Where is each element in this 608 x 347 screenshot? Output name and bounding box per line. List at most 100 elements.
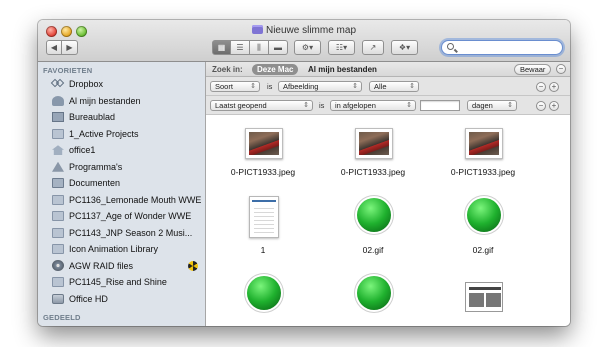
sidebar-item-desktop[interactable]: Bureaublad (38, 109, 205, 126)
file-item[interactable]: 0-PICT1933.jpeg (207, 116, 319, 184)
rule-operator-text: is (319, 101, 325, 110)
folder-icon (52, 194, 64, 205)
hard-disk-icon (52, 293, 64, 304)
folder-icon (52, 227, 64, 238)
list-view-button[interactable]: ☰ (231, 40, 250, 55)
action-menu-button[interactable]: ⚙▾ (294, 40, 321, 55)
scope-this-mac-button[interactable]: Deze Mac (252, 64, 299, 75)
file-name: 1 (260, 245, 266, 255)
documents-icon (52, 178, 64, 189)
all-files-icon (52, 95, 64, 106)
forward-arrow-icon: ▶ (66, 43, 73, 52)
photo-thumbnail (245, 128, 283, 159)
sidebar-item-all-files[interactable]: Al mijn bestanden (38, 93, 205, 110)
file-item[interactable] (317, 272, 429, 326)
search-icon (447, 43, 454, 50)
sidebar-item-pc1136[interactable]: PC1136_Lemonade Mouth WWE (38, 192, 205, 209)
share-icon: ↗ (369, 43, 377, 52)
column-view-button[interactable]: ⫼ (250, 40, 269, 55)
days-number-input[interactable] (420, 100, 460, 111)
file-item[interactable]: 1 (207, 194, 319, 262)
add-rule-button[interactable]: + (549, 101, 559, 111)
add-rule-button[interactable]: + (549, 82, 559, 92)
save-search-button[interactable]: Bewaar (514, 64, 552, 75)
applications-icon (52, 161, 64, 172)
toolbar: Nieuwe slimme map ◀ ▶ ▦ ☰ ⫼ ▬ ⚙▾ ☷▾ ↗ ❖▾ (38, 20, 570, 62)
search-field[interactable] (441, 40, 563, 55)
window-title-container: Nieuwe slimme map (38, 25, 570, 36)
share-button[interactable]: ↗ (362, 40, 384, 55)
rule-unit-popup[interactable]: dagen (467, 100, 517, 111)
remove-rule-button[interactable]: − (536, 82, 546, 92)
file-item[interactable]: 02.gif (317, 194, 429, 262)
rule-operator-text: is (267, 82, 273, 91)
rule-extra-popup[interactable]: Alle (369, 81, 419, 92)
rule-attribute-popup[interactable]: Soort (210, 81, 260, 92)
folder-icon (52, 211, 64, 222)
sidebar-item-label: office1 (69, 145, 96, 156)
disk-icon (52, 260, 64, 272)
sidebar-item-pc1145[interactable]: PC1145_Rise and Shine (38, 274, 205, 291)
sidebar-item-label: PC1137_Age of Wonder WWE (69, 211, 192, 222)
sidebar-item-office-hd[interactable]: Office HD (38, 291, 205, 308)
green-ball-icon (247, 276, 281, 310)
sidebar-item-home[interactable]: office1 (38, 142, 205, 159)
icon-view-icon: ▦ (217, 43, 226, 52)
search-rule-last-opened: Laatst geopend is in afgelopen dagen − + (206, 96, 570, 115)
sidebar-item-documents[interactable]: Documenten (38, 175, 205, 192)
search-rule-kind: Soort is Afbeelding Alle − + (206, 77, 570, 96)
forward-button[interactable]: ▶ (62, 40, 78, 55)
document-thumbnail (249, 196, 279, 238)
sidebar-item-applications[interactable]: Programma's (38, 159, 205, 176)
green-ball-icon (467, 198, 501, 232)
sidebar-item-label: Programma's (69, 161, 123, 172)
file-item[interactable]: 0-PICT1933.jpeg (317, 116, 429, 184)
desktop-icon (52, 112, 64, 123)
icon-view-button[interactable]: ▦ (212, 40, 231, 55)
file-item[interactable] (207, 272, 319, 326)
dropbox-icon: ❖▾ (398, 43, 411, 52)
gear-icon: ⚙▾ (301, 43, 314, 52)
rule-value-popup[interactable]: in afgelopen (330, 100, 416, 111)
file-grid: 0-PICT1933.jpeg 0-PICT1933.jpeg 0-PICT19… (206, 116, 570, 326)
back-button[interactable]: ◀ (46, 40, 62, 55)
sidebar-item-label: Documenten (69, 178, 121, 189)
sidebar-item-dropbox[interactable]: Dropbox (38, 76, 205, 93)
dropbox-menu-button[interactable]: ❖▾ (391, 40, 418, 55)
sidebar-item-label: AGW RAID files (69, 260, 134, 271)
remove-search-button[interactable]: − (556, 64, 566, 74)
sidebar-item-pc1143[interactable]: PC1143_JNP Season 2 Musi... (38, 225, 205, 242)
sidebar-item-label: Al mijn bestanden (69, 95, 141, 106)
rule-value-popup[interactable]: Afbeelding (278, 81, 362, 92)
file-name: 02.gif (472, 245, 494, 255)
arrange-menu-button[interactable]: ☷▾ (328, 40, 355, 55)
sidebar-item-agw-raid-files[interactable]: AGW RAID files (38, 258, 205, 275)
sidebar-item-label: Office HD (69, 293, 108, 304)
green-ball-icon (357, 276, 391, 310)
sidebar-item-label: Bureaublad (69, 112, 116, 123)
coverflow-view-button[interactable]: ▬ (269, 40, 288, 55)
home-icon (52, 145, 64, 156)
dropbox-icon (52, 79, 64, 89)
folder-icon (52, 244, 64, 255)
rule-attribute-popup[interactable]: Laatst geopend (210, 100, 313, 111)
search-scope-bar: Zoek in: Deze Mac Al mijn bestanden Bewa… (206, 62, 570, 77)
remove-rule-button[interactable]: − (536, 101, 546, 111)
file-name: 0-PICT1933.jpeg (230, 167, 296, 177)
sidebar-item-label: Icon Animation Library (69, 244, 159, 255)
sidebar-item-pc1137[interactable]: PC1137_Age of Wonder WWE (38, 208, 205, 225)
scope-all-files-button[interactable]: Al mijn bestanden (308, 65, 377, 74)
sidebar-item-label: 1_Active Projects (69, 128, 139, 139)
arrange-icon: ☷▾ (335, 43, 348, 52)
file-item[interactable] (427, 272, 539, 326)
file-name: 0-PICT1933.jpeg (450, 167, 516, 177)
sidebar-item-label: PC1136_Lemonade Mouth WWE (69, 194, 202, 205)
folder-icon (52, 277, 64, 288)
sidebar-item-active-projects[interactable]: 1_Active Projects (38, 126, 205, 143)
file-item[interactable]: 02.gif (427, 194, 539, 262)
file-name: 02.gif (362, 245, 384, 255)
search-scope-label: Zoek in: (212, 65, 243, 74)
sidebar-item-icon-animation-library[interactable]: Icon Animation Library (38, 241, 205, 258)
back-arrow-icon: ◀ (50, 43, 58, 52)
file-item[interactable]: 0-PICT1933.jpeg (427, 116, 539, 184)
